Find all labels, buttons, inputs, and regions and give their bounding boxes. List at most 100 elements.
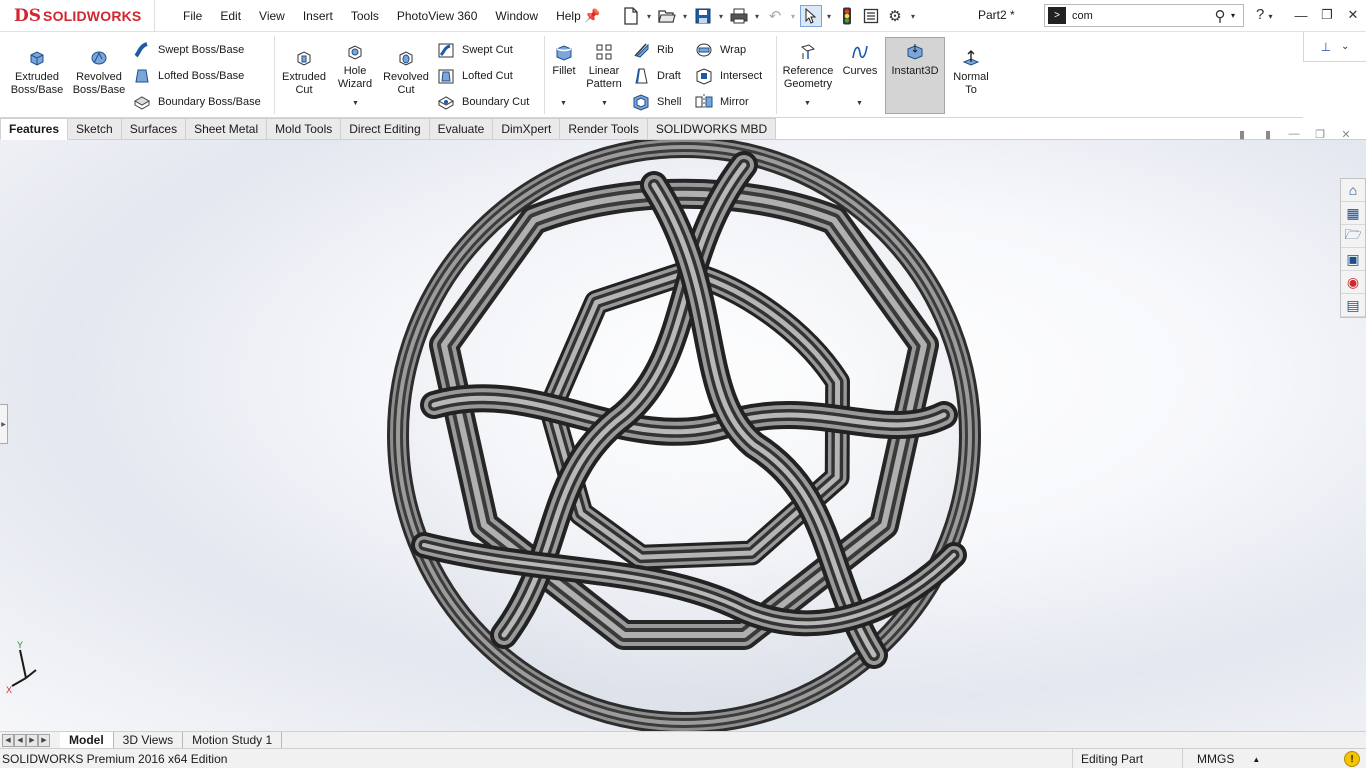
- viewport-restore-icon[interactable]: ❐: [1312, 126, 1328, 142]
- swept-cut-button[interactable]: Swept Cut: [437, 39, 513, 61]
- tab-surfaces[interactable]: Surfaces: [121, 118, 187, 140]
- menu-edit[interactable]: Edit: [211, 9, 250, 23]
- wrap-button[interactable]: Wrap: [695, 39, 746, 61]
- new-dropdown-icon[interactable]: ▾: [644, 5, 654, 27]
- mirror-button[interactable]: Mirror: [695, 91, 749, 113]
- linear-pattern-button[interactable]: Linear Pattern: [583, 43, 625, 91]
- search-dropdown-icon[interactable]: ▾: [1231, 11, 1243, 20]
- restore-icon[interactable]: ❐: [1316, 4, 1338, 26]
- extruded-boss-button[interactable]: Extruded Boss/Base: [8, 49, 66, 97]
- fillet-dropdown-icon[interactable]: ▼: [560, 100, 567, 107]
- select-arrow-icon[interactable]: [800, 5, 822, 27]
- viewport-minimize-icon[interactable]: —: [1286, 126, 1302, 142]
- expand-chevron-icon[interactable]: ⌄: [1341, 41, 1349, 52]
- intersect-button[interactable]: Intersect: [695, 65, 762, 87]
- undo-dropdown-icon[interactable]: ▾: [788, 5, 798, 27]
- graphics-area[interactable]: Y X: [0, 140, 1366, 731]
- appearances-icon[interactable]: ◉: [1341, 271, 1365, 294]
- design-library-icon[interactable]: ▦: [1341, 202, 1365, 225]
- curves-button[interactable]: Curves: [840, 43, 880, 78]
- menu-file[interactable]: File: [174, 9, 211, 23]
- close-icon[interactable]: ✕: [1342, 4, 1364, 26]
- print-icon[interactable]: [728, 5, 750, 27]
- boundary-boss-icon: [133, 96, 151, 110]
- reference-geometry-dropdown-icon[interactable]: ▼: [804, 100, 811, 107]
- menu-window[interactable]: Window: [486, 9, 547, 23]
- normal-to-label-2: To: [965, 84, 977, 96]
- search-icon[interactable]: ⚲: [1209, 7, 1231, 25]
- linear-pattern-dropdown-icon[interactable]: ▼: [601, 100, 608, 107]
- lofted-boss-button[interactable]: Lofted Boss/Base: [133, 65, 244, 87]
- open-dropdown-icon[interactable]: ▾: [680, 5, 690, 27]
- save-dropdown-icon[interactable]: ▾: [716, 5, 726, 27]
- file-properties-icon[interactable]: [860, 5, 882, 27]
- home-icon[interactable]: ⌂: [1341, 179, 1365, 202]
- tile-left-icon[interactable]: ▮: [1234, 126, 1250, 142]
- view-orientation-icon[interactable]: ⊥: [1321, 40, 1331, 54]
- hole-wizard-dropdown-icon[interactable]: ▼: [352, 100, 359, 107]
- menu-tools[interactable]: Tools: [342, 9, 388, 23]
- lofted-cut-button[interactable]: Lofted Cut: [437, 65, 513, 87]
- tab-sketch[interactable]: Sketch: [68, 118, 122, 140]
- pin-icon[interactable]: 📌: [584, 8, 600, 24]
- rib-button[interactable]: Rib: [632, 39, 674, 61]
- select-dropdown-icon[interactable]: ▾: [824, 5, 834, 27]
- tab-sheet-metal[interactable]: Sheet Metal: [186, 118, 268, 140]
- traffic-light-icon[interactable]: [836, 5, 858, 27]
- last-tab-icon[interactable]: ▶: [38, 733, 50, 747]
- tab-dimxpert[interactable]: DimXpert: [493, 118, 561, 140]
- prev-tab-icon[interactable]: ◀: [14, 733, 26, 747]
- tab-direct-editing[interactable]: Direct Editing: [341, 118, 430, 140]
- tab-mold-tools[interactable]: Mold Tools: [267, 118, 342, 140]
- swept-boss-button[interactable]: Swept Boss/Base: [133, 39, 244, 61]
- revolved-cut-button[interactable]: Revolved Cut: [380, 49, 432, 97]
- shell-button[interactable]: Shell: [632, 91, 681, 113]
- options-gear-icon[interactable]: ⚙: [884, 5, 906, 27]
- menu-photoview[interactable]: PhotoView 360: [388, 9, 487, 23]
- normal-to-button[interactable]: Normal To: [948, 49, 994, 97]
- options-dropdown-icon[interactable]: ▾: [908, 5, 918, 27]
- tab-render-tools[interactable]: Render Tools: [560, 118, 648, 140]
- custom-properties-icon[interactable]: ▤: [1341, 294, 1365, 317]
- command-search-box[interactable]: > com ⚲ ▾: [1044, 4, 1244, 27]
- viewport-close-icon[interactable]: ✕: [1338, 126, 1354, 142]
- rebuild-warning-icon[interactable]: !: [1344, 751, 1360, 767]
- open-folder-icon[interactable]: [656, 5, 678, 27]
- extruded-cut-button[interactable]: Extruded Cut: [278, 49, 330, 97]
- save-icon[interactable]: [692, 5, 714, 27]
- tab-solidworks-mbd[interactable]: SOLIDWORKS MBD: [647, 118, 777, 140]
- feature-manager-toggle-icon[interactable]: ▶: [0, 404, 8, 444]
- search-input[interactable]: com: [1072, 10, 1209, 22]
- curves-dropdown-icon[interactable]: ▼: [856, 100, 863, 107]
- triad-y-label: Y: [17, 640, 23, 650]
- tab-3d-views[interactable]: 3D Views: [114, 731, 184, 749]
- first-tab-icon[interactable]: ◀: [2, 733, 14, 747]
- view-palette-icon[interactable]: ▣: [1341, 248, 1365, 271]
- fillet-button[interactable]: Fillet: [548, 43, 580, 78]
- tab-model[interactable]: Model: [60, 731, 114, 749]
- menu-insert[interactable]: Insert: [294, 9, 342, 23]
- instant3d-label-wrap[interactable]: Instant3D: [886, 43, 944, 78]
- boundary-boss-button[interactable]: Boundary Boss/Base: [133, 91, 261, 113]
- woven-sphere-model[interactable]: [0, 140, 1366, 731]
- menu-view[interactable]: View: [250, 9, 294, 23]
- reference-geometry-button[interactable]: Reference Geometry: [779, 43, 837, 91]
- boundary-cut-button[interactable]: Boundary Cut: [437, 91, 529, 113]
- unit-system-selector[interactable]: MMGS ▲: [1182, 749, 1337, 768]
- new-document-icon[interactable]: [620, 5, 642, 27]
- hole-wizard-button[interactable]: Hole Wizard: [332, 43, 378, 91]
- next-tab-icon[interactable]: ▶: [26, 733, 38, 747]
- file-explorer-icon[interactable]: 🗁: [1341, 225, 1365, 248]
- revolved-boss-button[interactable]: Revolved Boss/Base: [70, 49, 128, 97]
- tab-evaluate[interactable]: Evaluate: [429, 118, 494, 140]
- tile-right-icon[interactable]: ▮: [1260, 126, 1276, 142]
- tab-features[interactable]: Features: [0, 118, 69, 140]
- undo-icon[interactable]: ↶: [764, 5, 786, 27]
- print-dropdown-icon[interactable]: ▾: [752, 5, 762, 27]
- help-icon[interactable]: ? ▾: [1256, 6, 1273, 23]
- solidworks-logo[interactable]: DS SOLIDWORKS: [0, 0, 155, 32]
- tab-motion-study-1[interactable]: Motion Study 1: [183, 731, 283, 749]
- minimize-icon[interactable]: —: [1290, 4, 1312, 26]
- draft-button[interactable]: Draft: [632, 65, 681, 87]
- hole-wizard-label-1: Hole: [343, 65, 367, 77]
